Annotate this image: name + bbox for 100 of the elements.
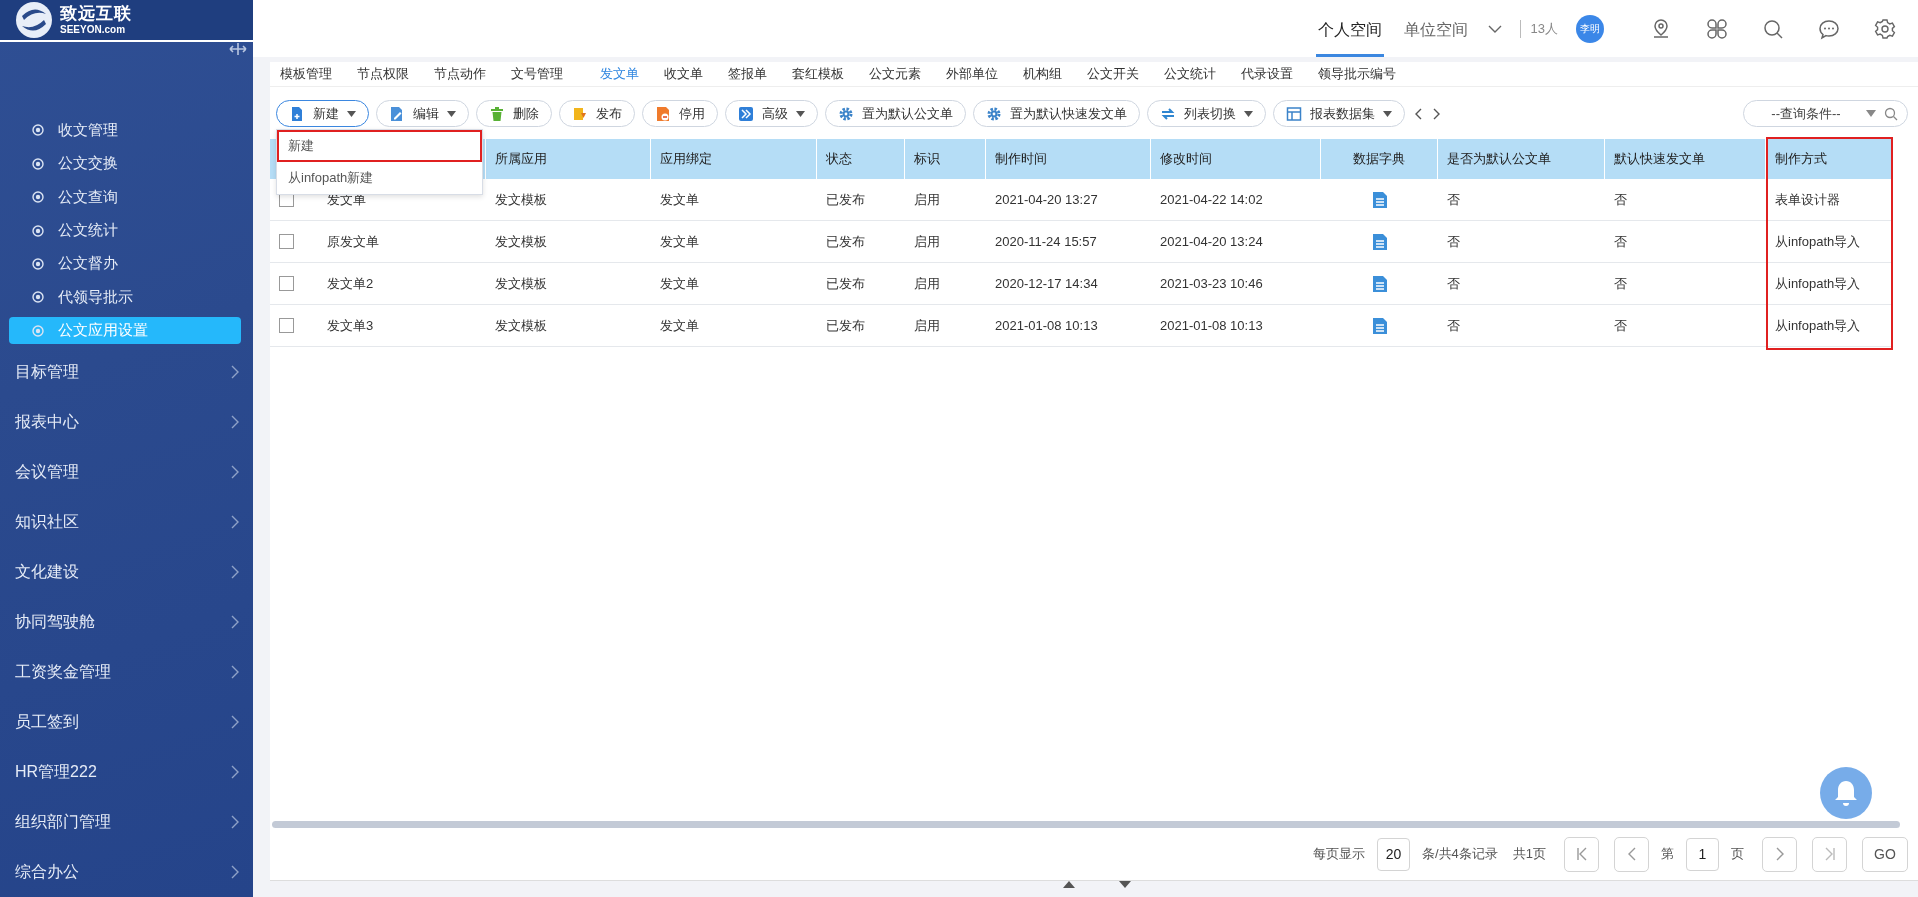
sidebar-item[interactable]: 综合办公: [0, 847, 253, 897]
search-icon[interactable]: [1762, 17, 1784, 40]
toolbar-button[interactable]: 删除: [476, 100, 552, 127]
sidebar-item[interactable]: 员工签到: [0, 697, 253, 747]
tab[interactable]: 公文开关: [1087, 65, 1151, 83]
row-checkbox[interactable]: [279, 276, 294, 291]
column-header[interactable]: 数据字典: [1353, 150, 1405, 168]
go-button[interactable]: GO: [1862, 836, 1908, 872]
document-icon[interactable]: [1371, 316, 1388, 335]
expand-down-icon[interactable]: [1119, 881, 1131, 888]
menu-item[interactable]: 从infopath新建: [277, 162, 482, 194]
sidebar-item[interactable]: 工资奖金管理: [0, 647, 253, 697]
toolbar-button[interactable]: 置为默认公文单: [825, 100, 966, 127]
horizontal-scrollbar[interactable]: [272, 821, 1900, 828]
sidebar-item[interactable]: 组织部门管理: [0, 797, 253, 847]
column-header[interactable]: 所属应用: [495, 150, 547, 168]
page-suffix: 页: [1731, 845, 1744, 863]
sidebar-item[interactable]: 报表中心: [0, 397, 253, 447]
chevron-right-icon: [231, 665, 239, 679]
tab[interactable]: 收文单: [664, 65, 715, 83]
table-cell: 启用: [914, 190, 940, 209]
page-number-field[interactable]: 1: [1686, 837, 1719, 871]
apps-icon[interactable]: [1706, 17, 1728, 40]
tab[interactable]: 发文单: [600, 65, 651, 83]
sidebar-item[interactable]: 目标管理: [0, 347, 253, 397]
page-size-field[interactable]: 20: [1376, 837, 1410, 871]
table-cell: 发文模板: [495, 232, 547, 251]
tab[interactable]: 外部单位: [946, 65, 1010, 83]
space-tab[interactable]: 单位空间: [1401, 0, 1470, 57]
sidebar-item[interactable]: 文化建设: [0, 547, 253, 597]
column-header[interactable]: 应用绑定: [660, 150, 712, 168]
sidebar-item[interactable]: 会议管理: [0, 447, 253, 497]
table-cell: 原发文单: [327, 232, 379, 251]
tab[interactable]: 模板管理: [280, 65, 344, 83]
table-cell: 否: [1447, 190, 1460, 209]
table-cell: 否: [1447, 274, 1460, 293]
tab[interactable]: 机构组: [1023, 65, 1074, 83]
table-cell: 否: [1614, 232, 1627, 251]
record-summary: 条/共4条记录: [1421, 845, 1498, 863]
column-header[interactable]: 制作方式: [1775, 150, 1827, 168]
tab[interactable]: 文号管理: [511, 65, 575, 83]
sidebar-subitem[interactable]: 公文督办: [9, 247, 241, 281]
table-cell: 发文单: [660, 190, 699, 209]
column-header[interactable]: 修改时间: [1160, 150, 1212, 168]
document-icon[interactable]: [1371, 190, 1388, 209]
table-icon: [1286, 105, 1302, 122]
table-cell: 发文单: [660, 316, 699, 335]
table-cell: 已发布: [826, 232, 865, 251]
table-cell: 已发布: [826, 316, 865, 335]
chevron-down-icon[interactable]: [1487, 24, 1502, 33]
sidebar-subitem[interactable]: 公文查询: [9, 180, 241, 214]
caret-icon: [1866, 110, 1876, 117]
chevron-right-icon: [231, 615, 239, 629]
row-checkbox[interactable]: [279, 318, 294, 333]
row-checkbox[interactable]: [279, 234, 294, 249]
first-page-icon[interactable]: [1564, 836, 1599, 872]
settings-icon[interactable]: [1874, 17, 1896, 40]
stop-icon: [655, 105, 671, 122]
toolbar-button[interactable]: 发布: [559, 100, 635, 127]
tab[interactable]: 套红模板: [792, 65, 856, 83]
tab[interactable]: 代录设置: [1241, 65, 1305, 83]
tab[interactable]: 领导批示编号: [1318, 65, 1408, 83]
table-cell: 发文单: [660, 274, 699, 293]
sidebar-item[interactable]: 协同驾驶舱: [0, 597, 253, 647]
sidebar-item[interactable]: 知识社区: [0, 497, 253, 547]
resize-icon[interactable]: [229, 42, 247, 55]
gear-icon: [838, 105, 854, 122]
toolbar-button[interactable]: 报表数据集: [1273, 100, 1405, 127]
chat-icon[interactable]: [1818, 17, 1840, 40]
sidebar-item[interactable]: HR管理222: [0, 747, 253, 797]
sidebar-subitem[interactable]: 公文交换: [9, 147, 241, 181]
tab[interactable]: 公文元素: [869, 65, 933, 83]
sidebar-subitem[interactable]: 收文管理: [9, 113, 241, 148]
document-icon[interactable]: [1371, 274, 1388, 293]
table-cell: 发文单: [660, 232, 699, 251]
toolbar-button[interactable]: 停用: [642, 100, 718, 127]
column-header[interactable]: 制作时间: [995, 150, 1047, 168]
menu-item[interactable]: 新建: [277, 130, 482, 162]
table-cell: 启用: [914, 274, 940, 293]
toolbar-button[interactable]: 新建: [276, 100, 369, 127]
toolbar-button[interactable]: 列表切换: [1147, 100, 1266, 127]
sidebar-subitem[interactable]: 代领导批示: [9, 280, 241, 314]
collapse-up-icon[interactable]: [1063, 881, 1075, 888]
logo-domain: SEEYON.com: [60, 23, 127, 35]
tab[interactable]: 公文统计: [1164, 65, 1228, 83]
column-header[interactable]: 标识: [914, 150, 940, 168]
sidebar-subitem[interactable]: 公文统计: [9, 213, 241, 248]
query-input[interactable]: --查询条件--: [1754, 105, 1858, 122]
column-header[interactable]: 状态: [826, 150, 852, 168]
table-cell: 发文单3: [327, 316, 374, 335]
toolbar-button[interactable]: 编辑: [376, 100, 469, 127]
tab[interactable]: 签报单: [728, 65, 779, 83]
toolbar-button[interactable]: 高级: [725, 100, 818, 127]
radio-dot-icon: [32, 257, 44, 270]
tab[interactable]: 节点动作: [434, 65, 498, 83]
document-icon[interactable]: [1371, 232, 1388, 251]
chevron-right-icon: [231, 465, 239, 479]
toolbar-button[interactable]: 置为默认快速发文单: [973, 100, 1140, 127]
tab[interactable]: 节点权限: [357, 65, 421, 83]
user-avatar[interactable]: 李明: [1576, 14, 1604, 43]
